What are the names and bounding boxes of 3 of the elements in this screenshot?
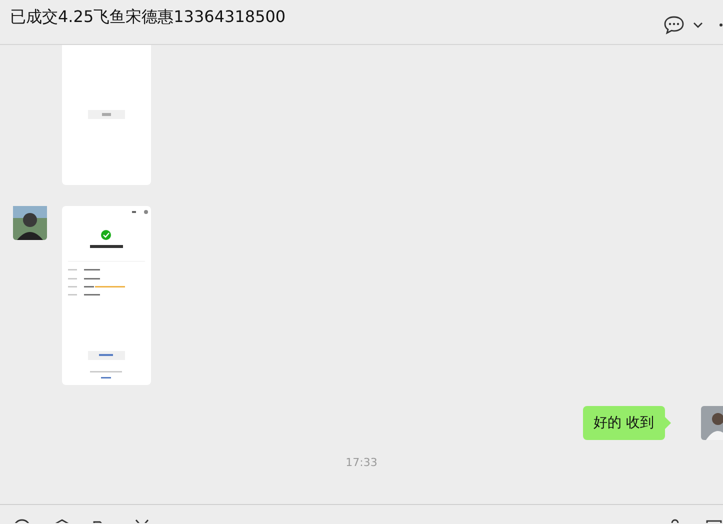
timestamp: 17:33	[346, 456, 378, 469]
chat-title: 已成交4.25飞鱼宋德惠13364318500	[10, 6, 287, 28]
message-bubble[interactable]: 好的 收到	[582, 406, 665, 440]
